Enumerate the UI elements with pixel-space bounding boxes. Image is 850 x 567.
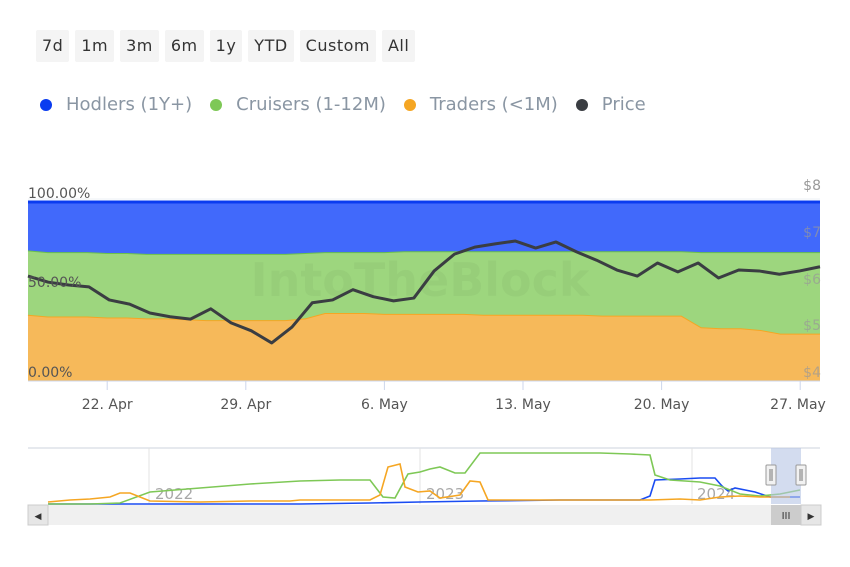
x-axis: 22. Apr 29. Apr 6. May 13. May 20. May 27. Ma… — [28, 380, 826, 413]
x-tick-label: 6. May — [361, 397, 408, 413]
x-tick-label: 20. May — [634, 397, 690, 413]
scrollbar-track[interactable] — [28, 505, 821, 525]
right-tick-label: $4 — [803, 365, 821, 381]
navigator-right-handle[interactable] — [795, 464, 807, 486]
scrollbar-grip-icon: III — [782, 511, 791, 522]
scrollbar[interactable]: ◀ III ▶ — [27, 504, 822, 526]
right-tick-label: $5 — [803, 318, 821, 334]
navigator[interactable]: 2022 2023 2024 — [28, 447, 820, 505]
left-tick-label: 0.00% — [28, 365, 72, 381]
watermark: IntoTheBlock — [250, 253, 590, 307]
navigator-year-label: 2023 — [426, 485, 464, 503]
x-tick-label: 22. Apr — [82, 397, 133, 413]
left-tick-label: 50.00% — [28, 275, 81, 291]
right-tick-label: $8 — [803, 178, 821, 194]
chart: IntoTheBlock 100.00% 50.00% 0.00% $8 $7 … — [27, 178, 826, 526]
area-hodlers[interactable] — [28, 202, 820, 254]
x-tick-label: 13. May — [495, 397, 551, 413]
x-tick-label: 27. May — [770, 397, 826, 413]
scroll-left-arrow-icon: ◀ — [35, 512, 42, 522]
right-tick-label: $7 — [803, 225, 821, 241]
right-tick-label: $6 — [803, 272, 821, 288]
left-tick-label: 100.00% — [28, 186, 90, 202]
navigator-left-handle[interactable] — [765, 464, 777, 486]
navigator-year-label: 2022 — [155, 485, 193, 503]
x-tick-label: 29. Apr — [220, 397, 271, 413]
scroll-right-arrow-icon: ▶ — [808, 512, 815, 522]
